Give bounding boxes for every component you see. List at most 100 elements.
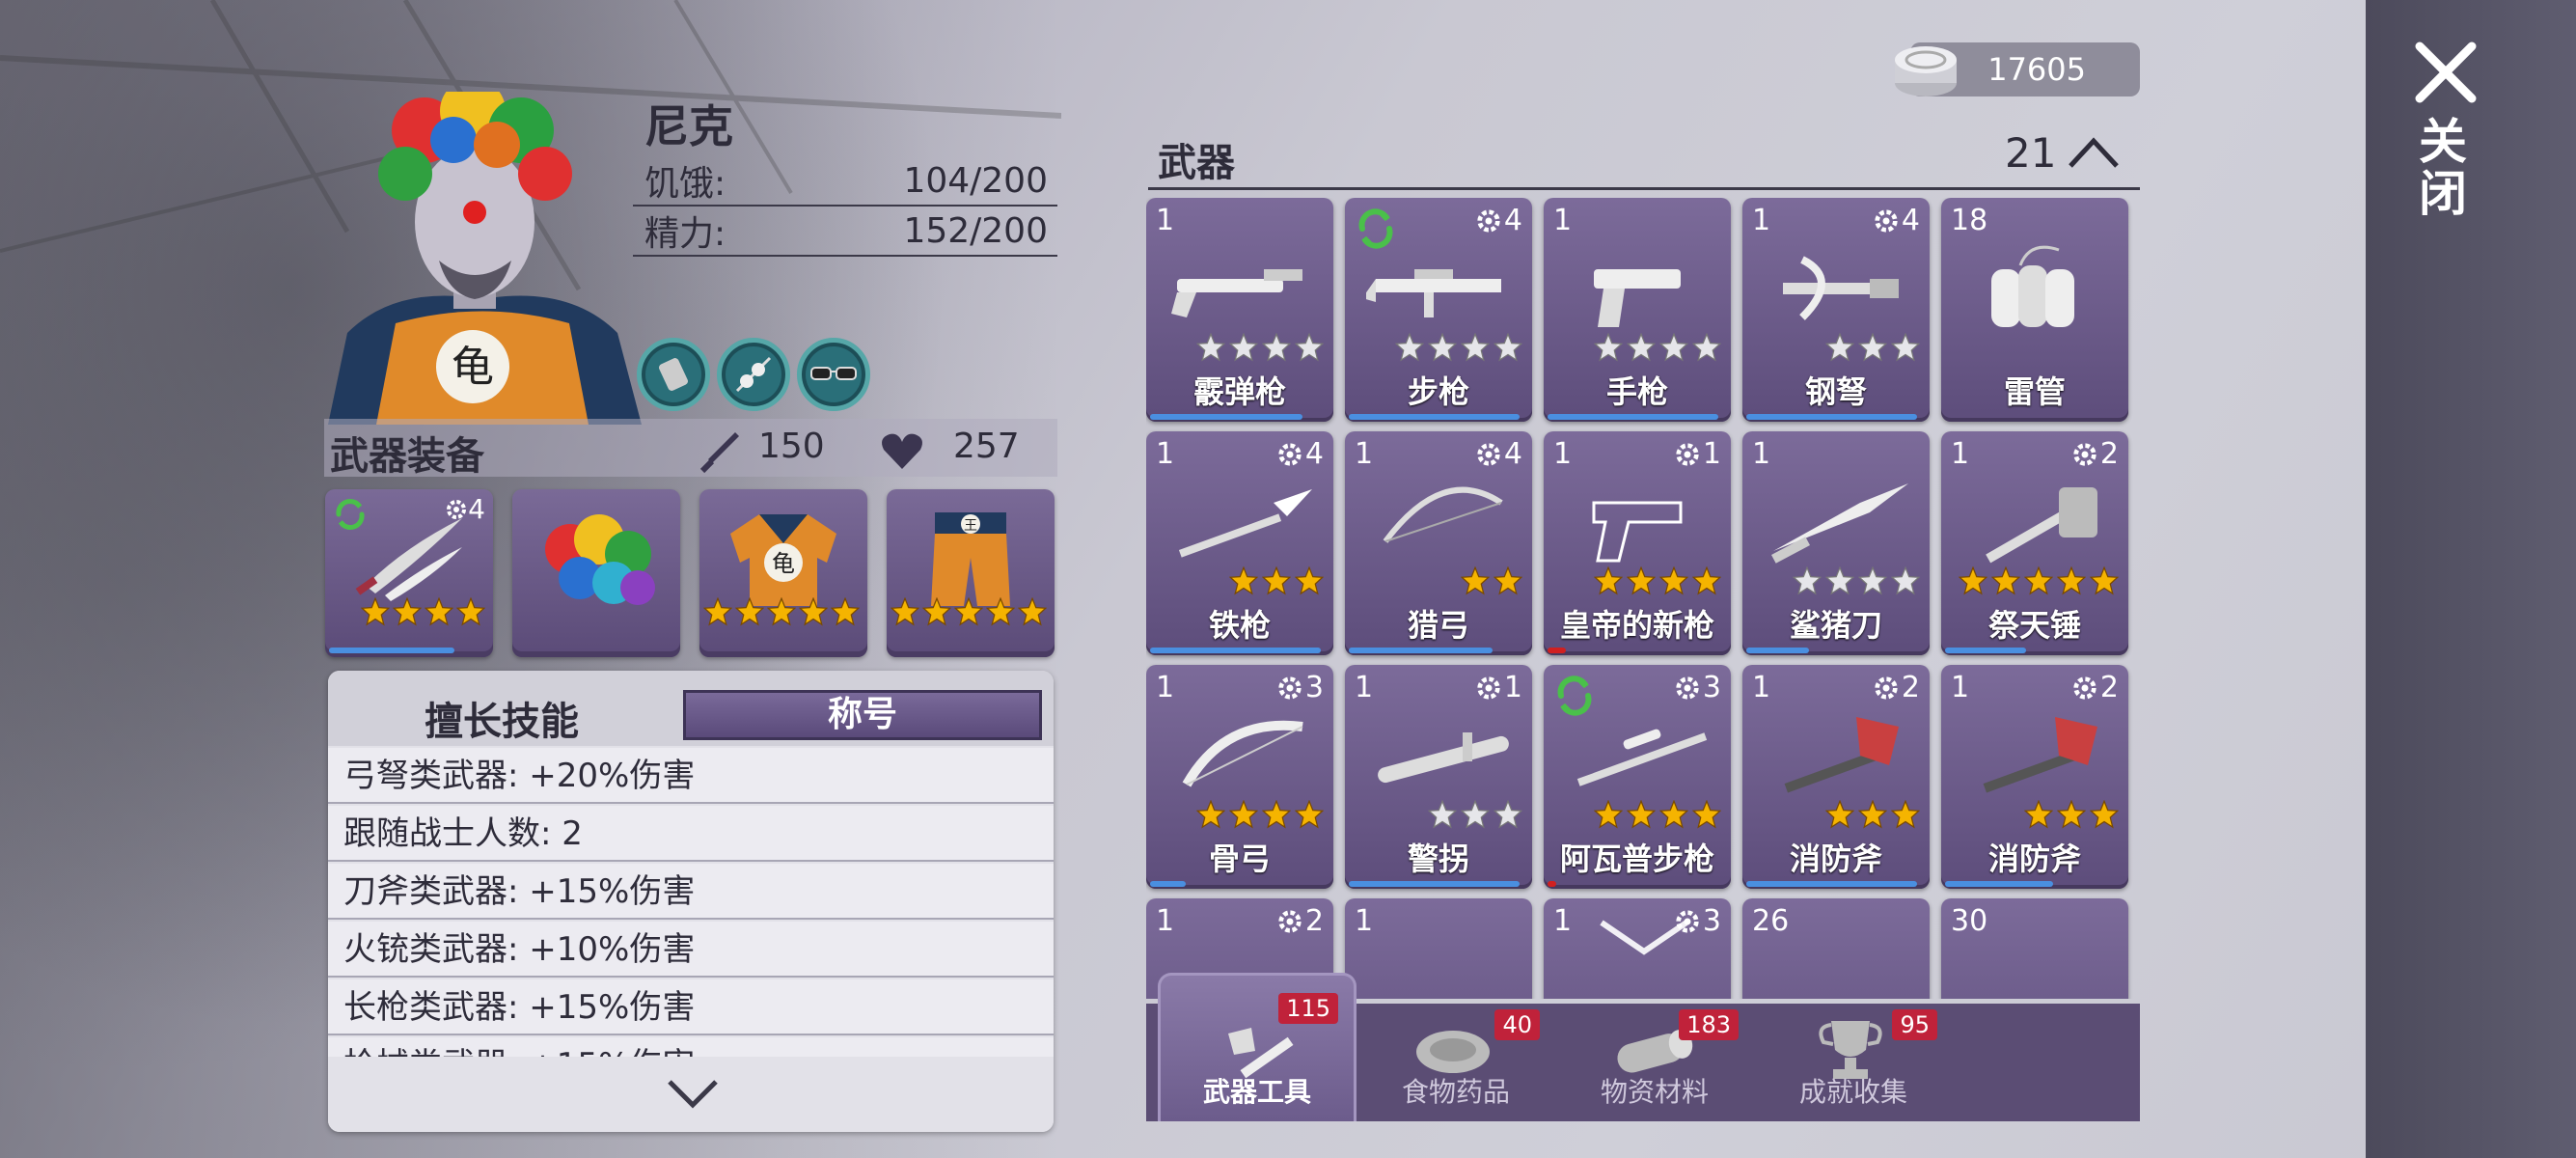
gold-star-icon xyxy=(456,597,485,626)
gold-star-icon xyxy=(1262,800,1291,829)
equip-slot-weapon[interactable]: 4 xyxy=(325,489,493,657)
weapon-slot[interactable]: 1 4 钢弩 xyxy=(1742,198,1930,422)
weapons-title: 武器 xyxy=(1158,141,1235,185)
tab-title[interactable]: 称号 xyxy=(683,690,1042,740)
energy-label: 精力: xyxy=(644,214,726,254)
silver-star-icon xyxy=(1858,333,1887,362)
weapon-slot[interactable]: 1 2 消防斧 xyxy=(1742,665,1930,889)
gold-star-icon xyxy=(1991,566,2020,595)
equip-slot-shirt[interactable]: 龟 xyxy=(699,489,867,657)
weapon-slot[interactable]: 1 xyxy=(1345,898,1532,999)
bottom-tabbar: 115 武器工具 40 食物药品 183 物资材料 95 成就收集 xyxy=(1146,973,2140,1121)
silver-star-icon xyxy=(1428,800,1457,829)
gold-star-icon xyxy=(1692,566,1721,595)
weapon-slot[interactable]: 3 阿瓦普步枪 xyxy=(1544,665,1731,889)
weapon-slot[interactable]: 1 2 祭天锤 xyxy=(1941,431,2128,655)
weapon-slot[interactable]: 1 4 铁枪 xyxy=(1146,431,1333,655)
weapon-level: 1 xyxy=(1475,671,1522,704)
weapon-quantity: 30 xyxy=(1951,904,1988,938)
partial-art xyxy=(1565,956,1710,999)
durability-bar xyxy=(1548,881,1556,887)
tab-trophy[interactable]: 95 成就收集 xyxy=(1754,1004,1953,1121)
weapon-quantity: 1 xyxy=(1951,437,1970,471)
gold-star-icon xyxy=(1461,566,1490,595)
weapon-level-value: 3 xyxy=(1702,904,1721,938)
gold-star-icon xyxy=(986,597,1015,626)
gold-star-icon xyxy=(1627,566,1656,595)
gold-star-icon xyxy=(1295,800,1324,829)
gold-star-icon xyxy=(954,597,983,626)
weapon-slot[interactable]: 1 1 皇帝的新枪 xyxy=(1544,431,1731,655)
weapon-slot[interactable]: 1 手枪 xyxy=(1544,198,1731,422)
silver-star-icon xyxy=(1494,800,1522,829)
svg-text:龟: 龟 xyxy=(772,550,795,577)
sunglasses-icon[interactable] xyxy=(797,338,870,411)
gold-star-icon xyxy=(735,597,764,626)
orange-shirt-art: 龟 xyxy=(730,514,836,606)
gold-star-icon xyxy=(1494,566,1522,595)
gear-icon xyxy=(1676,442,1699,466)
durability-bar xyxy=(1945,881,2053,887)
weapon-name: 雷管 xyxy=(2003,373,2066,410)
weapon-stars xyxy=(1793,566,1920,595)
chevron-up-icon[interactable] xyxy=(2065,133,2123,172)
weapon-slot[interactable]: 1 2 消防斧 xyxy=(1941,665,2128,889)
close-icon[interactable] xyxy=(2412,39,2480,106)
weapon-slot[interactable]: 30 xyxy=(1941,898,2128,999)
weapon-slot[interactable]: 26 xyxy=(1742,898,1930,999)
weapon-slot[interactable]: 1 1 警拐 xyxy=(1345,665,1532,889)
weapon-name: 鲨猪刀 xyxy=(1789,607,1882,644)
tab-badge: 40 xyxy=(1494,1009,1540,1040)
axe-art xyxy=(1983,717,2097,793)
weapon-level: 4 xyxy=(1475,437,1522,471)
tab-skills[interactable]: 擅长技能 xyxy=(425,690,579,746)
shotgun-art xyxy=(1171,269,1302,317)
silver-star-icon xyxy=(1891,333,1920,362)
can-icon[interactable] xyxy=(637,338,710,411)
chevron-down-icon[interactable] xyxy=(666,1076,720,1111)
close-label[interactable]: 关闭 xyxy=(2411,116,2474,220)
tab-log[interactable]: 183 物资材料 xyxy=(1555,1004,1754,1121)
gear-icon xyxy=(1278,909,1302,933)
durability-bar xyxy=(1746,648,1809,653)
character-portrait: 龟 xyxy=(328,92,642,425)
durability-bar xyxy=(1150,648,1321,653)
gear-icon xyxy=(1875,676,1898,700)
weapon-stars xyxy=(1825,333,1920,362)
equip-slot-pants[interactable]: 王 xyxy=(887,489,1055,657)
gold-star-icon xyxy=(1196,800,1225,829)
gold-star-icon xyxy=(1659,566,1688,595)
weapon-name: 猎弓 xyxy=(1407,607,1469,644)
partial-art xyxy=(1366,956,1511,999)
durability-bar xyxy=(1150,881,1186,887)
weapon-quantity: 1 xyxy=(1553,437,1573,471)
weapon-level-value: 2 xyxy=(2099,671,2119,704)
weapon-name: 钢弩 xyxy=(1804,373,1867,410)
baton-art xyxy=(1378,732,1509,784)
silver-star-icon xyxy=(1793,566,1822,595)
weapon-slot[interactable]: 1 3 骨弓 xyxy=(1146,665,1333,889)
weapon-level: 2 xyxy=(1873,671,1920,704)
skewer-icon[interactable] xyxy=(717,338,790,411)
gear-icon xyxy=(1278,676,1302,700)
weapon-level: 2 xyxy=(1276,904,1324,938)
weapon-slot[interactable]: 1 霰弹枪 xyxy=(1146,198,1333,422)
chevron-down-icon[interactable] xyxy=(1598,919,1690,957)
weapon-slot[interactable]: 1 4 猎弓 xyxy=(1345,431,1532,655)
weapon-stars xyxy=(1461,566,1522,595)
weapon-slot[interactable]: 18 雷管 xyxy=(1941,198,2128,422)
silver-star-icon xyxy=(1428,333,1457,362)
equip-slot-hair[interactable] xyxy=(512,489,680,657)
tab-axe-tool[interactable]: 115 武器工具 xyxy=(1158,973,1357,1121)
weapon-quantity: 1 xyxy=(1553,204,1573,237)
weapon-slot[interactable]: 4 步枪 xyxy=(1345,198,1532,422)
tab-badge: 115 xyxy=(1278,993,1338,1024)
svg-text:龟: 龟 xyxy=(452,343,494,392)
gear-icon xyxy=(1477,676,1500,700)
axe-art xyxy=(1784,717,1899,793)
weapon-stars xyxy=(1395,333,1522,362)
tab-meat[interactable]: 40 食物药品 xyxy=(1357,1004,1555,1121)
silver-star-icon xyxy=(1825,333,1854,362)
weapon-slot[interactable]: 1 鲨猪刀 xyxy=(1742,431,1930,655)
weapon-level-value: 4 xyxy=(1304,437,1324,471)
